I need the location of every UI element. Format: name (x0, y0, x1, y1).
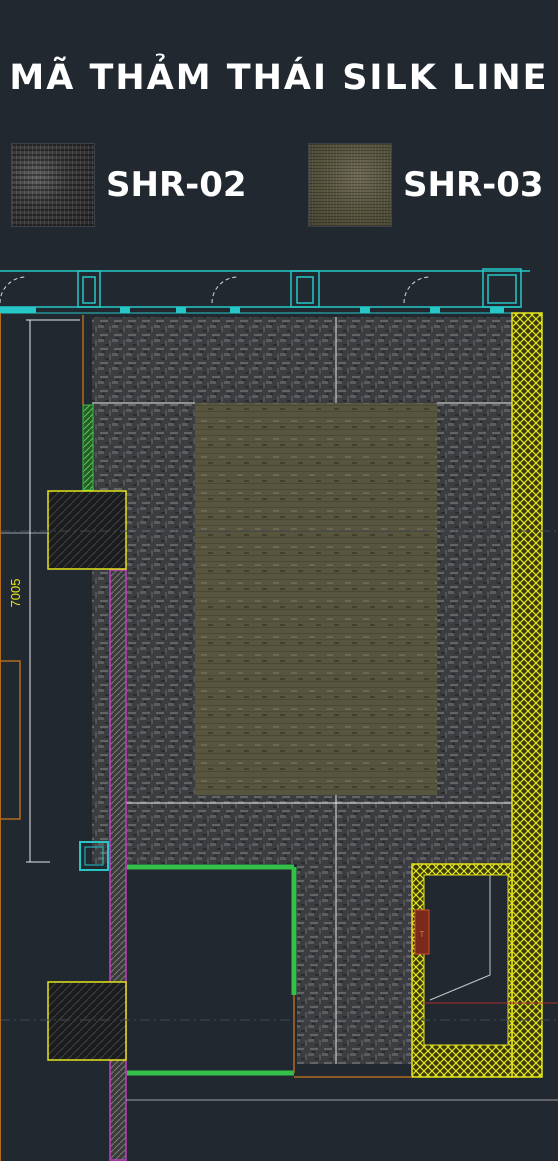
left-wall-green (82, 404, 94, 491)
red-tag-label: T (420, 930, 425, 939)
door-swings (0, 276, 431, 304)
swatch-code-2: SHR-03 (403, 165, 544, 205)
page-title: MÃ THẢM THÁI SILK LINE (9, 58, 549, 98)
carpet-shr-02-corridor (297, 864, 412, 1064)
left-wall-magenta (109, 569, 127, 1161)
dimension-line (26, 319, 80, 863)
dimension-label: 7005 (8, 579, 23, 608)
column-2 (47, 981, 127, 1061)
swatch-code-1: SHR-02 (106, 165, 247, 205)
room-walls (127, 864, 297, 1076)
column-1 (47, 490, 127, 570)
carpet-shr-03-area (195, 403, 437, 795)
swatch-shr-03 (308, 143, 392, 227)
swatch-shr-02 (11, 143, 95, 227)
floor-plan: T 7005 (0, 268, 558, 1161)
window-frames (77, 268, 522, 308)
right-wall (511, 312, 543, 1078)
